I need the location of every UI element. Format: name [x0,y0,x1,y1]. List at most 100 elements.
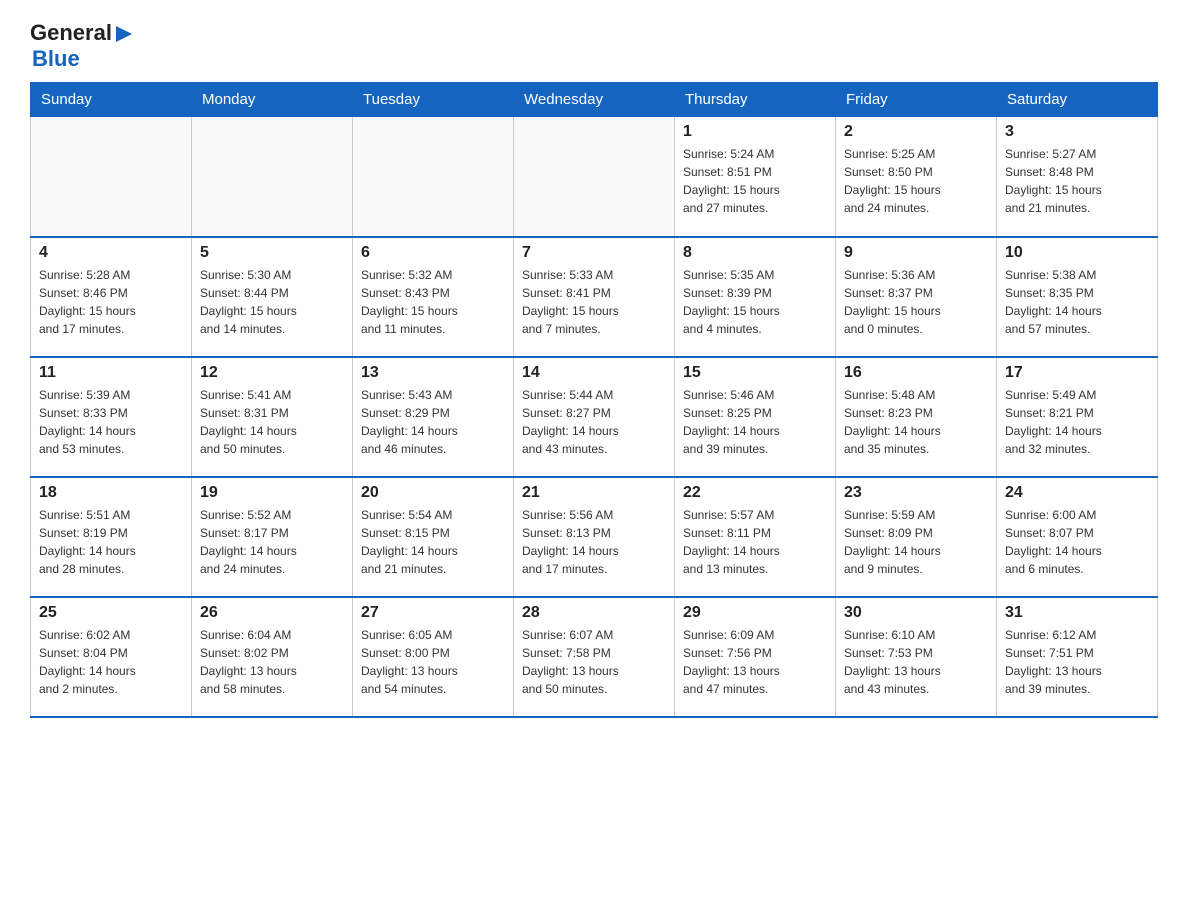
weekday-header-friday: Friday [836,83,997,117]
day-info: Sunrise: 5:36 AM Sunset: 8:37 PM Dayligh… [844,268,941,336]
day-info: Sunrise: 5:24 AM Sunset: 8:51 PM Dayligh… [683,147,780,215]
calendar-cell: 23 Sunrise: 5:59 AM Sunset: 8:09 PM Dayli… [836,477,997,597]
calendar-cell: 4Sunrise: 5:28 AM Sunset: 8:46 PM Daylig… [31,237,192,357]
day-number: 25 [39,604,183,622]
calendar-cell: 20Sunrise: 5:54 AM Sunset: 8:15 PM Dayli… [353,477,514,597]
day-info: Sunrise: 5:35 AM Sunset: 8:39 PM Dayligh… [683,268,780,336]
day-info: Sunrise: 6:02 AM Sunset: 8:04 PM Dayligh… [39,628,136,696]
calendar-cell: 21 Sunrise: 5:56 AM Sunset: 8:13 PM Dayli… [514,477,675,597]
logo-flag-icon [114,24,134,44]
calendar-cell: 11 Sunrise: 5:39 AM Sunset: 8:33 PM Dayli… [31,357,192,477]
calendar-cell [192,117,353,237]
day-info: Sunrise: 6:07 AM Sunset: 7:58 PM Dayligh… [522,628,619,696]
day-info: Sunrise: 5:49 AM Sunset: 8:21 PM Dayligh… [1005,388,1102,456]
calendar-cell: 29Sunrise: 6:09 AM Sunset: 7:56 PM Dayli… [675,597,836,717]
weekday-header-saturday: Saturday [997,83,1158,117]
calendar-cell [31,117,192,237]
calendar-week-row: 4Sunrise: 5:28 AM Sunset: 8:46 PM Daylig… [31,237,1158,357]
calendar-cell: 27 Sunrise: 6:05 AM Sunset: 8:00 PM Dayli… [353,597,514,717]
day-number: 2 [844,123,988,141]
day-info: Sunrise: 6:12 AM Sunset: 7:51 PM Dayligh… [1005,628,1102,696]
weekday-header-row: SundayMondayTuesdayWednesdayThursdayFrid… [31,83,1158,117]
calendar-cell: 30Sunrise: 6:10 AM Sunset: 7:53 PM Dayli… [836,597,997,717]
day-info: Sunrise: 6:10 AM Sunset: 7:53 PM Dayligh… [844,628,941,696]
day-number: 20 [361,484,505,502]
calendar-cell: 22Sunrise: 5:57 AM Sunset: 8:11 PM Dayli… [675,477,836,597]
day-info: Sunrise: 5:41 AM Sunset: 8:31 PM Dayligh… [200,388,297,456]
calendar-week-row: 11 Sunrise: 5:39 AM Sunset: 8:33 PM Dayli… [31,357,1158,477]
day-number: 8 [683,244,827,262]
calendar-cell [353,117,514,237]
day-number: 17 [1005,364,1149,382]
day-number: 21 [522,484,666,502]
day-number: 7 [522,244,666,262]
calendar-cell: 14 Sunrise: 5:44 AM Sunset: 8:27 PM Dayli… [514,357,675,477]
day-number: 10 [1005,244,1149,262]
day-number: 12 [200,364,344,382]
day-info: Sunrise: 5:59 AM Sunset: 8:09 PM Dayligh… [844,508,941,576]
day-number: 18 [39,484,183,502]
calendar-cell: 9 Sunrise: 5:36 AM Sunset: 8:37 PM Daylig… [836,237,997,357]
day-number: 16 [844,364,988,382]
logo: General Blue [30,20,134,72]
day-info: Sunrise: 5:33 AM Sunset: 8:41 PM Dayligh… [522,268,619,336]
calendar-cell: 7 Sunrise: 5:33 AM Sunset: 8:41 PM Daylig… [514,237,675,357]
calendar-cell: 25 Sunrise: 6:02 AM Sunset: 8:04 PM Dayli… [31,597,192,717]
day-number: 15 [683,364,827,382]
calendar-cell: 2 Sunrise: 5:25 AM Sunset: 8:50 PM Daylig… [836,117,997,237]
day-number: 24 [1005,484,1149,502]
day-info: Sunrise: 5:27 AM Sunset: 8:48 PM Dayligh… [1005,147,1102,215]
day-number: 6 [361,244,505,262]
day-number: 26 [200,604,344,622]
day-number: 23 [844,484,988,502]
day-number: 29 [683,604,827,622]
day-info: Sunrise: 5:25 AM Sunset: 8:50 PM Dayligh… [844,147,941,215]
day-info: Sunrise: 5:44 AM Sunset: 8:27 PM Dayligh… [522,388,619,456]
calendar-cell: 3 Sunrise: 5:27 AM Sunset: 8:48 PM Daylig… [997,117,1158,237]
logo-general: General [30,20,112,46]
day-number: 9 [844,244,988,262]
calendar-week-row: 18 Sunrise: 5:51 AM Sunset: 8:19 PM Dayli… [31,477,1158,597]
calendar-cell: 5Sunrise: 5:30 AM Sunset: 8:44 PM Daylig… [192,237,353,357]
day-number: 13 [361,364,505,382]
calendar-cell: 13Sunrise: 5:43 AM Sunset: 8:29 PM Dayli… [353,357,514,477]
day-info: Sunrise: 5:51 AM Sunset: 8:19 PM Dayligh… [39,508,136,576]
calendar-week-row: 25 Sunrise: 6:02 AM Sunset: 8:04 PM Dayli… [31,597,1158,717]
day-number: 27 [361,604,505,622]
day-number: 31 [1005,604,1149,622]
day-info: Sunrise: 6:05 AM Sunset: 8:00 PM Dayligh… [361,628,458,696]
day-info: Sunrise: 5:48 AM Sunset: 8:23 PM Dayligh… [844,388,941,456]
day-number: 14 [522,364,666,382]
day-info: Sunrise: 6:04 AM Sunset: 8:02 PM Dayligh… [200,628,297,696]
day-info: Sunrise: 5:46 AM Sunset: 8:25 PM Dayligh… [683,388,780,456]
calendar-cell: 17 Sunrise: 5:49 AM Sunset: 8:21 PM Dayli… [997,357,1158,477]
day-number: 5 [200,244,344,262]
weekday-header-monday: Monday [192,83,353,117]
day-number: 11 [39,364,183,382]
calendar-cell: 12 Sunrise: 5:41 AM Sunset: 8:31 PM Dayli… [192,357,353,477]
weekday-header-tuesday: Tuesday [353,83,514,117]
day-number: 28 [522,604,666,622]
day-info: Sunrise: 5:56 AM Sunset: 8:13 PM Dayligh… [522,508,619,576]
weekday-header-wednesday: Wednesday [514,83,675,117]
calendar-table: SundayMondayTuesdayWednesdayThursdayFrid… [30,82,1158,718]
calendar-cell [514,117,675,237]
calendar-cell: 26 Sunrise: 6:04 AM Sunset: 8:02 PM Dayli… [192,597,353,717]
calendar-cell: 19Sunrise: 5:52 AM Sunset: 8:17 PM Dayli… [192,477,353,597]
calendar-cell: 1Sunrise: 5:24 AM Sunset: 8:51 PM Daylig… [675,117,836,237]
weekday-header-sunday: Sunday [31,83,192,117]
day-info: Sunrise: 5:32 AM Sunset: 8:43 PM Dayligh… [361,268,458,336]
day-info: Sunrise: 5:38 AM Sunset: 8:35 PM Dayligh… [1005,268,1102,336]
calendar-cell: 15 Sunrise: 5:46 AM Sunset: 8:25 PM Dayli… [675,357,836,477]
weekday-header-thursday: Thursday [675,83,836,117]
calendar-cell: 8 Sunrise: 5:35 AM Sunset: 8:39 PM Daylig… [675,237,836,357]
day-info: Sunrise: 5:52 AM Sunset: 8:17 PM Dayligh… [200,508,297,576]
calendar-week-row: 1Sunrise: 5:24 AM Sunset: 8:51 PM Daylig… [31,117,1158,237]
page-header: General Blue [30,20,1158,72]
logo-blue: Blue [32,46,80,72]
day-info: Sunrise: 5:39 AM Sunset: 8:33 PM Dayligh… [39,388,136,456]
calendar-cell: 6 Sunrise: 5:32 AM Sunset: 8:43 PM Daylig… [353,237,514,357]
day-number: 3 [1005,123,1149,141]
day-info: Sunrise: 6:00 AM Sunset: 8:07 PM Dayligh… [1005,508,1102,576]
day-info: Sunrise: 5:57 AM Sunset: 8:11 PM Dayligh… [683,508,780,576]
